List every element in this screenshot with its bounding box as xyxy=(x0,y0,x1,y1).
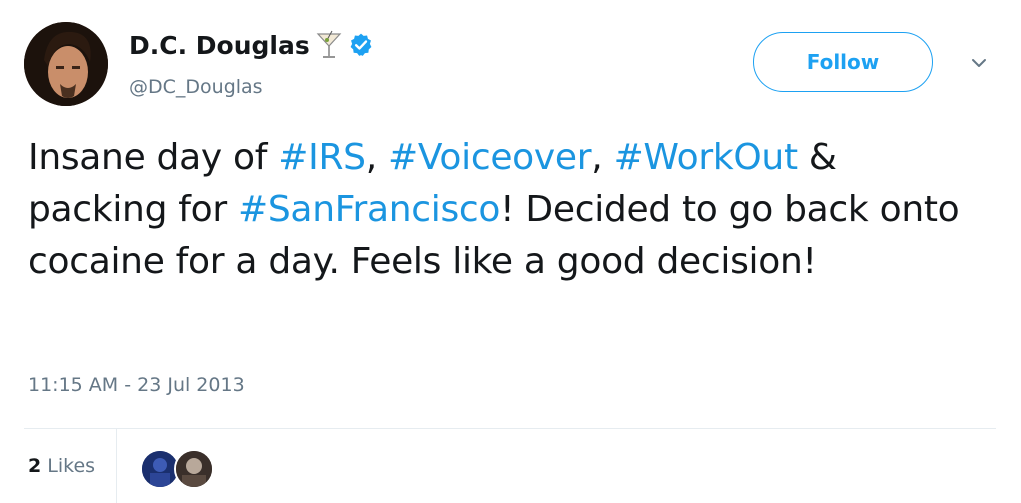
hashtag-link[interactable]: #IRS xyxy=(278,137,366,178)
tweet-stats: 2 Likes xyxy=(24,429,996,503)
likes-count[interactable]: 2 Likes xyxy=(28,455,95,477)
hashtag-link[interactable]: #SanFrancisco xyxy=(238,189,500,230)
tweet-text-segment: , xyxy=(365,137,389,178)
cocktail-glass-icon xyxy=(316,30,342,60)
tweet-text: Insane day of #IRS, #Voiceover, #WorkOut… xyxy=(28,132,998,288)
tweet-text-segment: , xyxy=(591,137,614,178)
avatar-image xyxy=(24,22,108,106)
hashtag-link[interactable]: #Voiceover xyxy=(388,137,592,178)
name-row: D.C. Douglas xyxy=(129,30,374,60)
tweet-header: D.C. Douglas @DC_Douglas Follow xyxy=(24,22,999,112)
follow-button[interactable]: Follow xyxy=(753,32,933,92)
hashtag-link[interactable]: #WorkOut xyxy=(614,137,799,178)
tweet-text-segment: & xyxy=(797,137,837,178)
avatar[interactable] xyxy=(24,22,108,106)
liker-avatar[interactable] xyxy=(174,449,214,489)
stats-divider xyxy=(116,429,117,503)
likes-number: 2 xyxy=(28,455,42,477)
tweet-text-segment: packing for xyxy=(28,189,239,230)
display-name[interactable]: D.C. Douglas xyxy=(129,31,310,60)
verified-badge-icon xyxy=(348,32,374,58)
tweet-timestamp[interactable]: 11:15 AM - 23 Jul 2013 xyxy=(28,374,245,396)
likes-label: Likes xyxy=(47,455,96,477)
chevron-down-icon[interactable] xyxy=(968,52,990,74)
user-handle[interactable]: @DC_Douglas xyxy=(129,76,263,98)
tweet-text-segment: Insane day of xyxy=(28,137,279,178)
